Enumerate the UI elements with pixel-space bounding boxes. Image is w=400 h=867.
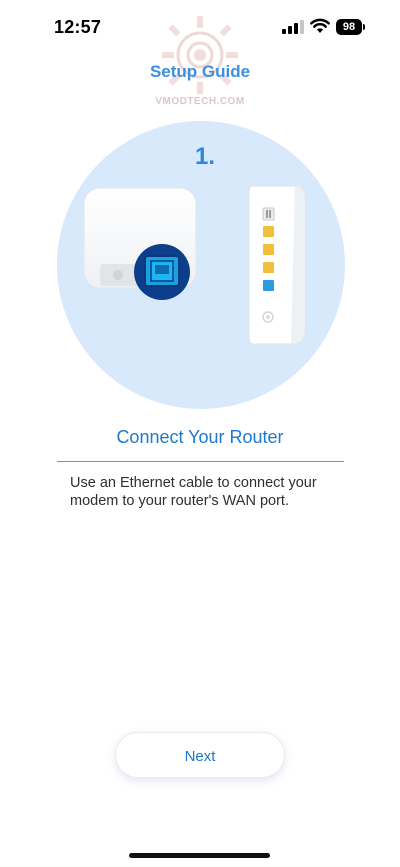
step-description: Use an Ethernet cable to connect your mo… bbox=[70, 475, 317, 509]
modem-icon bbox=[248, 185, 306, 345]
divider bbox=[57, 461, 344, 462]
watermark-logo-icon bbox=[162, 16, 238, 94]
battery-icon: 98 bbox=[336, 19, 366, 35]
home-indicator bbox=[129, 853, 270, 858]
step-number: 1. bbox=[194, 143, 215, 170]
battery-level: 98 bbox=[336, 19, 362, 35]
page-title: Setup Guide bbox=[149, 62, 251, 81]
wifi-icon bbox=[310, 18, 330, 33]
status-time: 12:57 bbox=[54, 17, 102, 37]
cellular-signal-icon bbox=[282, 20, 304, 34]
next-button[interactable]: Next bbox=[115, 732, 285, 778]
router-icon bbox=[83, 187, 197, 300]
watermark-text: VMODTECH.COM bbox=[155, 96, 245, 107]
step-heading: Connect Your Router bbox=[116, 427, 284, 447]
